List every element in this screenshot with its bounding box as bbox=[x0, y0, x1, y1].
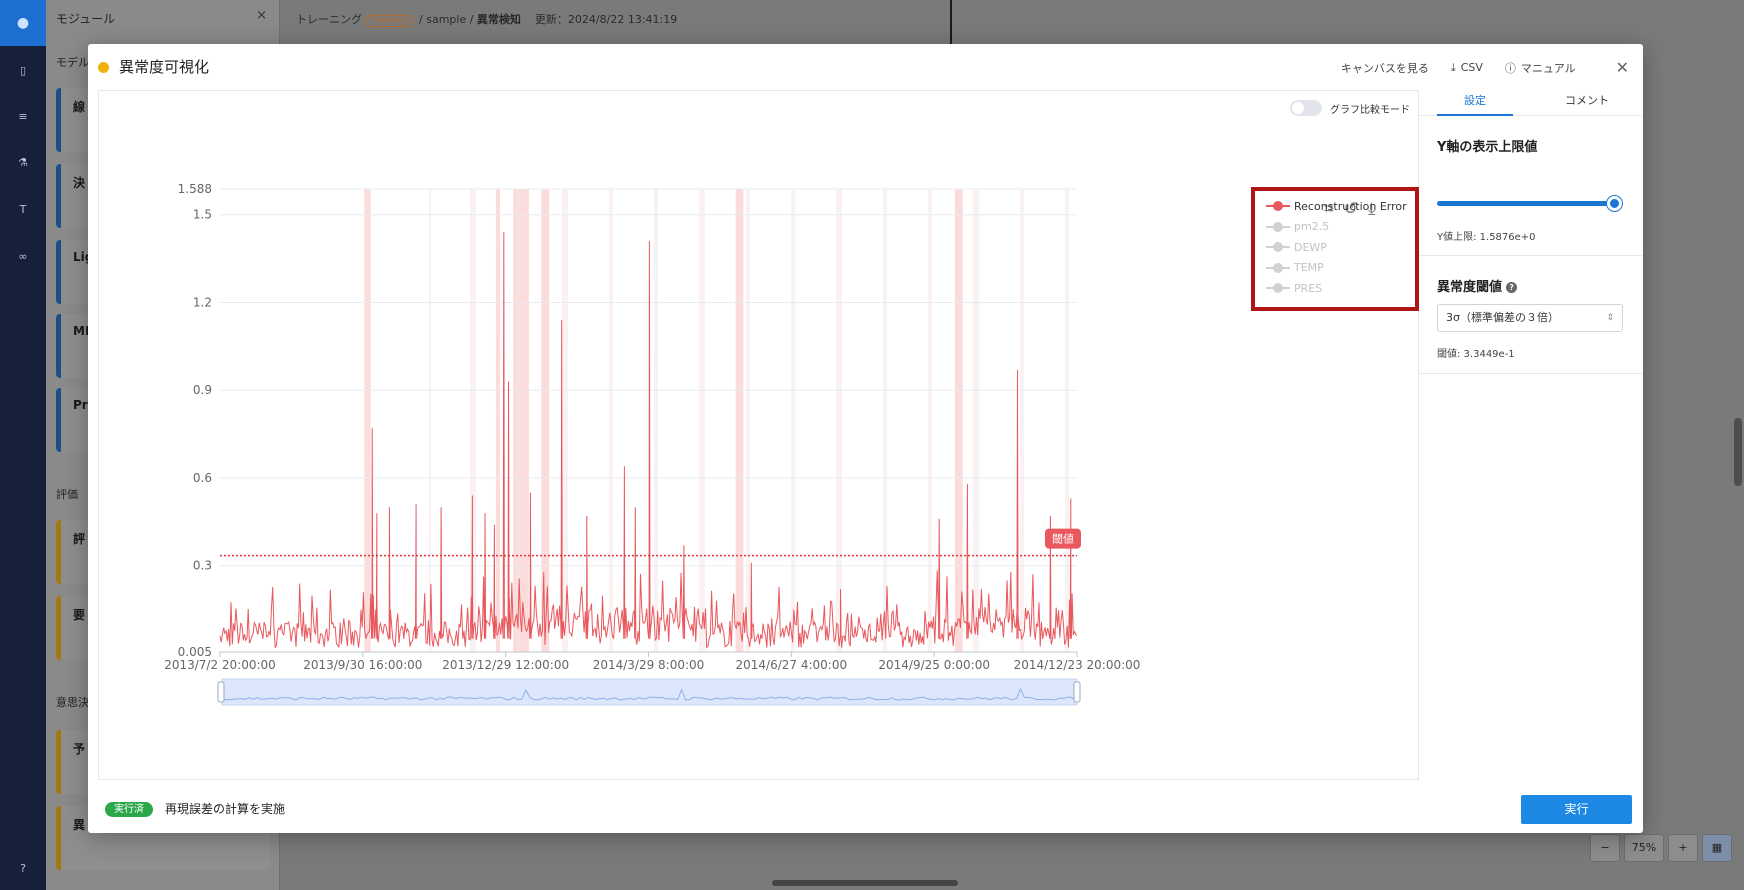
horizontal-scrollbar[interactable] bbox=[772, 880, 958, 886]
tab-settings[interactable]: 設定 bbox=[1419, 86, 1531, 116]
y-tick-label: 0.6 bbox=[193, 471, 212, 485]
legend-item-reconstruction-error[interactable]: Reconstruction Error bbox=[1266, 196, 1407, 217]
legend-item-temp[interactable]: TEMP bbox=[1266, 258, 1407, 279]
link-icon[interactable]: ∞ bbox=[16, 250, 30, 264]
y-tick-label: 0.9 bbox=[193, 383, 212, 397]
data-zoom-window bbox=[221, 678, 1078, 706]
updated-timestamp: 更新：2024/8/22 13:41:19 bbox=[534, 13, 678, 26]
vertical-scrollbar[interactable] bbox=[1734, 418, 1742, 486]
y-tick-label: 0.3 bbox=[193, 559, 212, 573]
csv-download-button[interactable]: ⤓ CSV bbox=[1451, 61, 1483, 75]
help-circle-icon: ⓘ bbox=[1504, 61, 1516, 75]
flask-icon[interactable]: ⚗ bbox=[16, 156, 30, 170]
help-icon[interactable]: ? bbox=[16, 862, 30, 876]
compare-mode-switch[interactable] bbox=[1290, 100, 1322, 116]
x-tick-label: 2014/12/23 20:00:00 bbox=[1014, 658, 1141, 672]
zoom-out-button[interactable]: − bbox=[1590, 834, 1620, 862]
threshold-select[interactable]: 3σ（標準偏差の３倍） ⇕ bbox=[1437, 304, 1623, 332]
chart-container: 0.005 0.3 0.6 0.9 1.2 1.5 1.588 2013/7/2 20:00:… bbox=[98, 90, 1419, 780]
anomaly-band bbox=[954, 189, 963, 652]
legend-item-dewp[interactable]: DEWP bbox=[1266, 237, 1407, 258]
zoom-in-button[interactable]: + bbox=[1668, 834, 1698, 862]
settings-panel: 設定 コメント Y軸の表示上限値 Y値上限: 1.5876e+0 異常度閾値? … bbox=[1419, 86, 1643, 786]
app-logo-icon[interactable]: ● bbox=[0, 0, 46, 46]
view-canvas-link[interactable]: キャンバスを見る bbox=[1341, 60, 1429, 76]
zoom-controls: − 75% + ▦ bbox=[1590, 834, 1732, 864]
tab-comment[interactable]: コメント bbox=[1531, 86, 1643, 115]
breadcrumb: トレーニング Training / sample / 異常検知 更新：2024/8… bbox=[296, 11, 677, 27]
threshold-label: 閾値 bbox=[1052, 533, 1074, 546]
y-tick-label: 1.2 bbox=[193, 295, 212, 309]
anomaly-band bbox=[513, 189, 529, 652]
threshold-title: 異常度閾値? bbox=[1437, 276, 1518, 295]
anomaly-band bbox=[541, 189, 550, 652]
y-limit-slider[interactable] bbox=[1437, 196, 1623, 211]
y-limit-slider-thumb[interactable] bbox=[1606, 196, 1622, 211]
section-eval: 評価 bbox=[56, 488, 78, 501]
close-icon[interactable]: ✕ bbox=[1616, 58, 1629, 77]
data-zoom-handle-left bbox=[217, 681, 225, 703]
data-zoom-handle-right bbox=[1073, 681, 1081, 703]
status-dot bbox=[98, 62, 109, 73]
anomaly-visualization-modal: 異常度可視化 キャンバスを見る ⤓ CSV ⓘ マニュアル ✕ 0.005 0.3 0.… bbox=[88, 44, 1643, 833]
module-panel-title: モジュール bbox=[56, 12, 116, 26]
x-tick-label: 2013/7/2 20:00:00 bbox=[164, 658, 276, 672]
breadcrumb-training[interactable]: トレーニング bbox=[296, 13, 362, 26]
settings-tabs: 設定 コメント bbox=[1419, 86, 1643, 116]
training-tag: Training bbox=[365, 15, 413, 27]
y-limit-slider-fill bbox=[1437, 201, 1614, 206]
x-tick-label: 2014/9/25 0:00:00 bbox=[878, 658, 990, 672]
chart-legend: Reconstruction Error pm2.5 DEWP TEMP PRE… bbox=[1266, 196, 1407, 299]
executed-badge: 実行済 bbox=[105, 802, 153, 817]
text-icon[interactable]: T bbox=[16, 203, 30, 217]
run-button[interactable]: 実行 bbox=[1521, 795, 1632, 824]
y-tick-label: 1.588 bbox=[178, 182, 212, 196]
y-tick-label: 1.5 bbox=[193, 208, 212, 222]
canvas-connector bbox=[950, 0, 952, 46]
document-icon[interactable]: ▯ bbox=[16, 64, 30, 78]
download-icon: ⤓ bbox=[1450, 60, 1456, 74]
header-actions: キャンバスを見る ⤓ CSV ⓘ マニュアル ✕ bbox=[1341, 58, 1629, 77]
x-tick-label: 2013/9/30 16:00:00 bbox=[303, 658, 422, 672]
anomaly-band bbox=[735, 189, 744, 652]
compare-mode-toggle[interactable]: グラフ比較モード bbox=[1290, 100, 1410, 116]
select-arrows-icon: ⇕ bbox=[1606, 313, 1614, 323]
modal-title: 異常度可視化 bbox=[119, 58, 210, 76]
manual-link[interactable]: ⓘ マニュアル bbox=[1505, 60, 1576, 76]
threshold-value-text: 閾値: 3.3449e-1 bbox=[1437, 349, 1515, 360]
breadcrumb-sample[interactable]: / sample / bbox=[419, 13, 473, 26]
anomaly-band bbox=[364, 189, 371, 652]
modal-header: 異常度可視化 キャンバスを見る ⤓ CSV ⓘ マニュアル ✕ bbox=[88, 44, 1643, 86]
anomaly-chart: 0.005 0.3 0.6 0.9 1.2 1.5 1.588 2013/7/2 20:00:… bbox=[164, 182, 1141, 706]
help-icon[interactable]: ? bbox=[1506, 282, 1518, 293]
y-axis-section: Y軸の表示上限値 Y値上限: 1.5876e+0 bbox=[1419, 116, 1643, 256]
database-icon[interactable]: ≡ bbox=[16, 110, 30, 124]
section-decision: 意思決 bbox=[56, 696, 89, 709]
map-icon[interactable]: ▦ bbox=[1702, 834, 1732, 862]
zoom-level: 75% bbox=[1624, 834, 1664, 862]
legend-item-pres[interactable]: PRES bbox=[1266, 278, 1407, 299]
footer-status-text: 再現誤差の計算を実施 bbox=[165, 802, 286, 816]
x-tick-label: 2013/12/29 12:00:00 bbox=[442, 658, 569, 672]
app-rail: ● ▯ ≡ ⚗ T ∞ ? bbox=[0, 0, 46, 890]
legend-item-pm25[interactable]: pm2.5 bbox=[1266, 217, 1407, 238]
breadcrumb-current: 異常検知 bbox=[476, 13, 521, 26]
section-model: モデル bbox=[56, 56, 89, 69]
y-tick-label: 0.005 bbox=[178, 645, 212, 659]
x-tick-label: 2014/3/29 8:00:00 bbox=[593, 658, 705, 672]
module-panel-close-icon[interactable]: × bbox=[256, 8, 267, 23]
y-limit-text: Y値上限: 1.5876e+0 bbox=[1437, 232, 1536, 243]
x-tick-label: 2014/6/27 4:00:00 bbox=[736, 658, 848, 672]
reconstruction-error-line bbox=[219, 232, 1078, 649]
y-axis-title: Y軸の表示上限値 bbox=[1437, 140, 1538, 155]
anomaly-band bbox=[495, 189, 500, 652]
